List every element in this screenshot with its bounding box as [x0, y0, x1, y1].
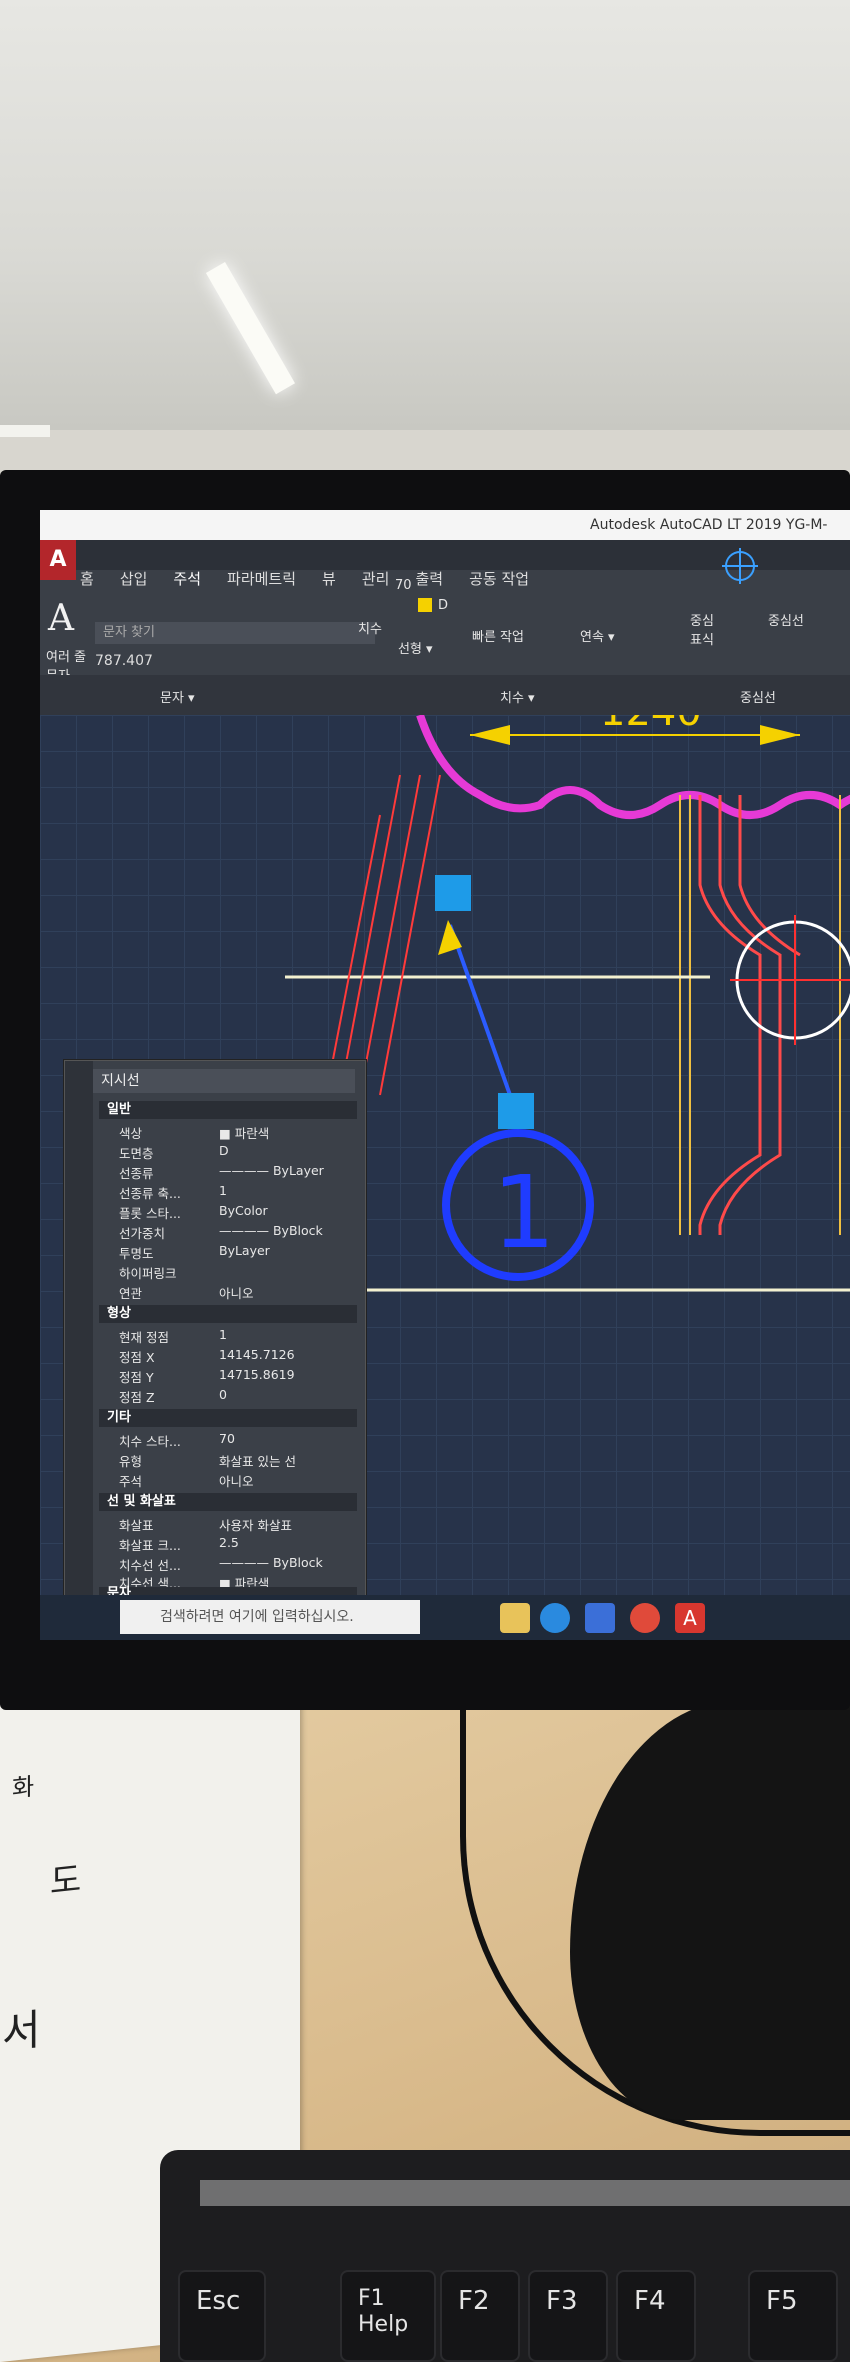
prop-row: 선종류 ———— ByLayer: [119, 1163, 324, 1181]
dim-scale-value: 70: [395, 578, 412, 593]
grip-end: [498, 1093, 534, 1129]
tab-collaborate[interactable]: 공동 작업: [469, 568, 529, 596]
prop-row: 색상 ■ 파란색: [119, 1126, 270, 1141]
prop-row: 유형 화살표 있는 선: [119, 1454, 296, 1469]
key-f5[interactable]: F5: [748, 2270, 838, 2362]
paper-char: 서: [2, 2004, 41, 2058]
prop-row: 화살표 크... 2.5: [119, 1535, 239, 1553]
autocad-window: Autodesk AutoCAD LT 2019 YG-M- A 홈 삽입 주석…: [40, 510, 850, 1640]
drawing-canvas[interactable]: 1240 1: [40, 715, 850, 1602]
prop-row: 도면층 D: [119, 1143, 229, 1161]
grip-start: [435, 875, 471, 911]
prop-row: 치수 스타... 70: [119, 1431, 235, 1449]
key-f1-sub: Help: [358, 2312, 409, 2337]
title-bar: Autodesk AutoCAD LT 2019 YG-M-: [40, 510, 850, 540]
centerline-button[interactable]: 중심선: [768, 610, 804, 629]
center-mark-icon: [722, 548, 758, 584]
find-text-input[interactable]: 문자 찾기: [95, 622, 375, 644]
key-f1-label: F1: [358, 2286, 385, 2311]
dimension-arrow: [470, 725, 510, 745]
properties-palette[interactable]: 지시선 일반 색상 ■ 파란색 도면층 D 선종류 ———— ByLayer 선종류 …: [64, 1060, 366, 1602]
prop-row: 플롯 스타... ByColor: [119, 1203, 268, 1221]
section-general[interactable]: 일반: [99, 1101, 357, 1119]
centerline-panel-title: 중심선: [740, 691, 776, 706]
center-mark-button[interactable]: 중심 표식: [690, 610, 720, 648]
tab-annotate[interactable]: 주석: [173, 568, 201, 596]
tab-manage[interactable]: 관리: [362, 568, 390, 596]
quick-dimension-button[interactable]: 빠른 작업: [472, 626, 524, 645]
palette-sidebar[interactable]: [65, 1061, 93, 1601]
window-title: Autodesk AutoCAD LT 2019 YG-M-: [590, 517, 828, 533]
paper-char: 도: [50, 1859, 82, 1903]
key-f1[interactable]: F1 Help: [340, 2270, 436, 2362]
prop-row: 현재 정점 1: [119, 1327, 227, 1345]
prop-row: 치수선 선... ———— ByBlock: [119, 1555, 323, 1573]
continue-button[interactable]: 연속 ▾: [580, 626, 615, 645]
linear-button[interactable]: 선형 ▾: [398, 638, 433, 657]
file-explorer-icon[interactable]: [500, 1603, 530, 1633]
dimension-button-label[interactable]: 치수: [358, 618, 382, 637]
keyboard-strip: [200, 2180, 850, 2206]
prop-row: 정점 Y 14715.8619: [119, 1367, 295, 1385]
leader-line: [448, 924, 512, 1096]
prop-row: 투명도 ByLayer: [119, 1243, 270, 1261]
prop-row: 선종류 축... 1: [119, 1183, 227, 1201]
dim-layer-value[interactable]: D: [438, 598, 448, 613]
prop-row: 하이퍼링크: [119, 1266, 177, 1281]
multiline-text-icon[interactable]: A: [48, 598, 74, 639]
ceiling-light: [0, 425, 50, 437]
store-icon[interactable]: [585, 1603, 615, 1633]
prop-row: 화살표 사용자 화살표: [119, 1518, 292, 1533]
prop-row: 정점 Z0: [119, 1387, 227, 1405]
key-f4[interactable]: F4: [616, 2270, 696, 2362]
tab-view[interactable]: 뷰: [322, 568, 336, 596]
tab-insert[interactable]: 삽입: [120, 568, 148, 596]
section-geometry[interactable]: 형상: [99, 1305, 357, 1323]
object-type-select[interactable]: 지시선: [93, 1069, 355, 1093]
key-f2[interactable]: F2: [440, 2270, 520, 2362]
tab-parametric[interactable]: 파라메트릭: [227, 568, 296, 596]
edge-icon[interactable]: [540, 1603, 570, 1633]
layer-color-swatch: [418, 598, 432, 612]
text-panel-title[interactable]: 문자 ▾: [160, 687, 195, 706]
text-height-field[interactable]: 787.407: [95, 650, 235, 672]
autocad-taskbar-icon[interactable]: A: [675, 1603, 705, 1633]
dim-panel-title[interactable]: 치수 ▾: [500, 687, 535, 706]
ribbon-panel-titles: 문자 ▾ 치수 ▾ 중심선: [40, 675, 850, 715]
chrome-icon[interactable]: [630, 1603, 660, 1633]
application-menu-button[interactable]: A: [40, 540, 76, 580]
dimension-text: 1240: [600, 715, 702, 735]
prop-row: 연관 아니오: [119, 1286, 254, 1301]
ribbon-tabs: 홈 삽입 주석 파라메트릭 뷰 관리 출력 공동 작업: [80, 568, 529, 596]
key-f3[interactable]: F3: [528, 2270, 608, 2362]
section-misc[interactable]: 기타: [99, 1409, 357, 1427]
prop-row: 선가중치 ———— ByBlock: [119, 1223, 323, 1241]
key-esc[interactable]: Esc: [178, 2270, 266, 2362]
balloon-number: 1: [492, 1154, 556, 1271]
tab-output[interactable]: 출력: [415, 568, 443, 596]
prop-row: 주석 아니오: [119, 1474, 254, 1489]
section-lines-arrows[interactable]: 선 및 화살표: [99, 1493, 357, 1511]
paper-char: 화: [12, 1772, 35, 1803]
dimension-arrow: [760, 725, 800, 745]
tab-home[interactable]: 홈: [80, 568, 94, 596]
ceiling: [0, 0, 850, 430]
taskbar-search-input[interactable]: 검색하려면 여기에 입력하십시오.: [120, 1600, 420, 1634]
prop-row: 정점 X 14145.7126: [119, 1347, 295, 1365]
